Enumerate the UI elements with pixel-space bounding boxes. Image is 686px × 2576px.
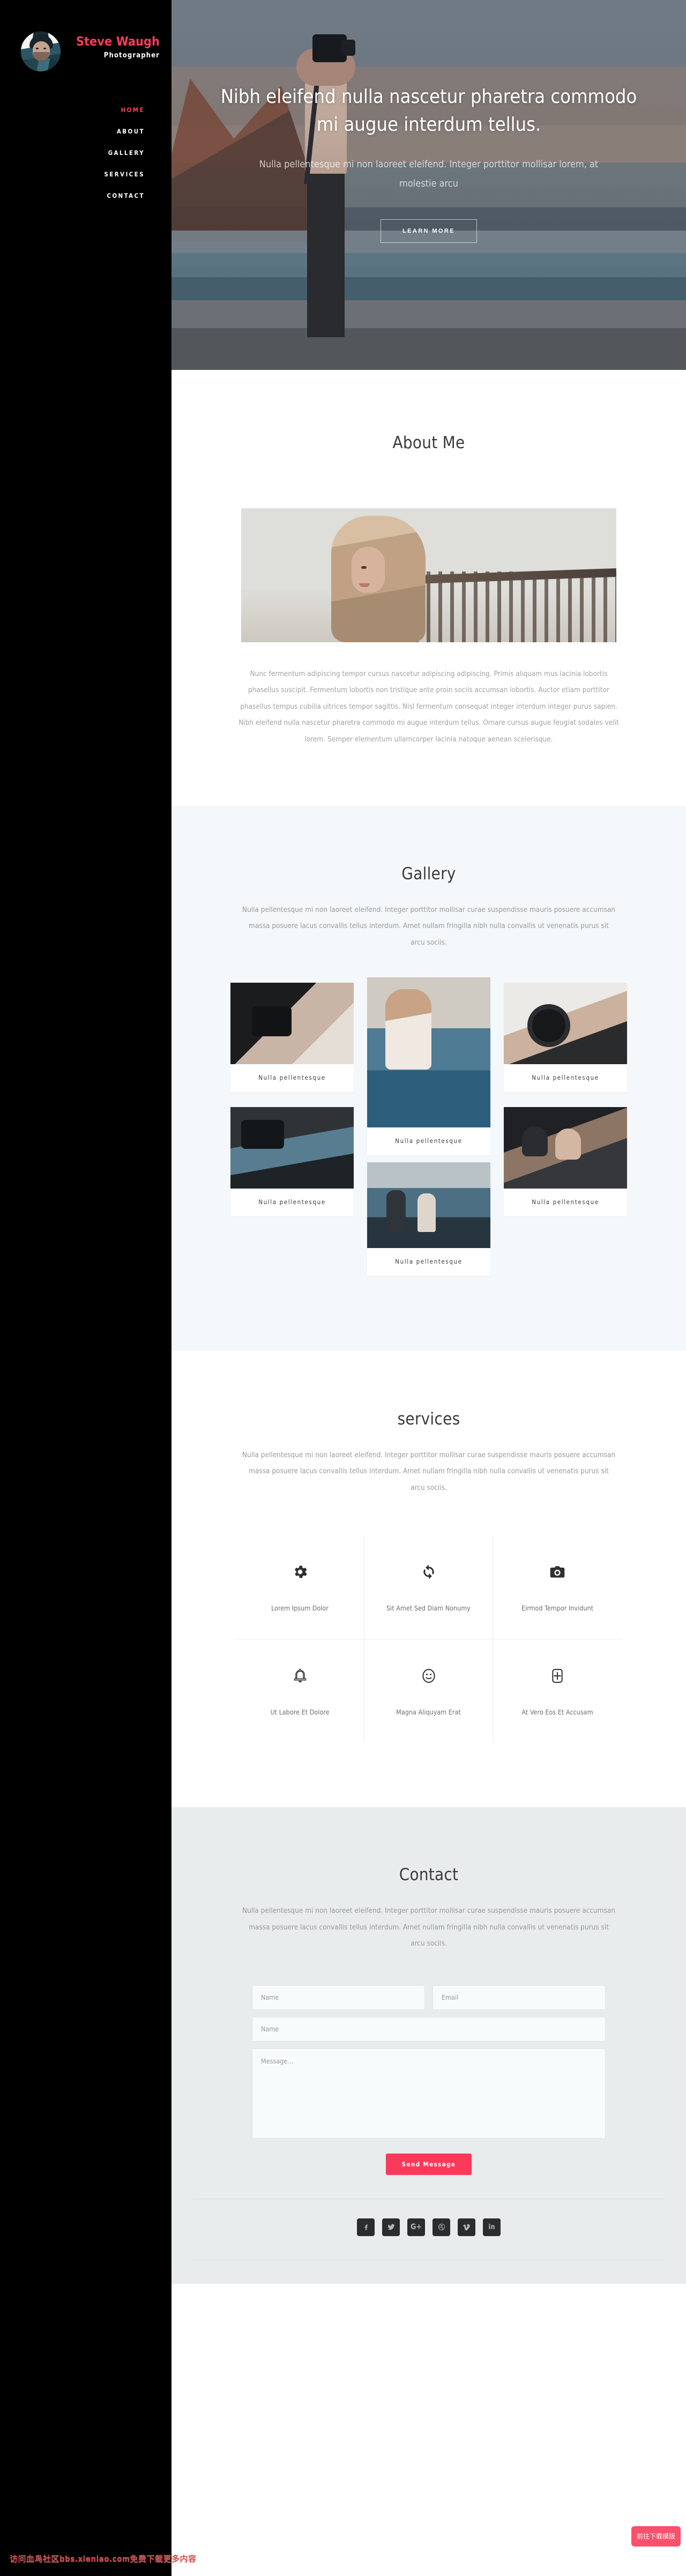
sidebar: Steve Waugh Photographer HOME ABOUT GALL…	[0, 0, 172, 2576]
gear-icon	[243, 1560, 356, 1584]
facebook-icon[interactable]	[357, 2218, 375, 2236]
bell-icon	[243, 1664, 356, 1688]
gallery-item[interactable]: Nulla pellentesque	[367, 977, 490, 1155]
service-label: Ut Labore Et Dolore	[270, 1708, 330, 1717]
nav-item-contact[interactable]: CONTACT	[0, 185, 172, 206]
service-label: Sit Amet Sed Diam Nonumy	[386, 1604, 471, 1613]
services-lede: Nulla pellentesque mi non laoreet eleife…	[242, 1451, 616, 1492]
main-navigation: HOME ABOUT GALLERY SERVICES CONTACT	[0, 99, 172, 206]
gallery-title: Gallery	[401, 864, 456, 884]
service-label: Eirmod Tempor Invidunt	[521, 1604, 594, 1613]
gallery-caption: Nulla pellentesque	[395, 1258, 463, 1265]
gallery-caption: Nulla pellentesque	[532, 1074, 599, 1081]
gallery-thumbnail	[367, 1162, 490, 1248]
about-section: About Me Nunc fermentum adipiscing tempo…	[172, 370, 686, 806]
services-title: services	[397, 1409, 460, 1429]
brand-role: Photographer	[103, 51, 160, 60]
gallery-item[interactable]: Nulla pellentesque	[504, 983, 627, 1092]
send-message-button[interactable]: Send Message	[385, 2153, 472, 2175]
download-template-button[interactable]: 前往下载模版	[631, 2526, 681, 2547]
hero-subtitle: Nulla pellentesque mi non laoreet eleife…	[259, 159, 599, 190]
about-photo	[241, 508, 616, 642]
about-body: Nunc fermentum adipiscing tempor cursus …	[238, 670, 619, 744]
camera-icon	[501, 1560, 614, 1584]
contact-lede: Nulla pellentesque mi non laoreet eleife…	[242, 1906, 616, 1948]
gallery-caption: Nulla pellentesque	[258, 1074, 326, 1081]
service-label: Magna Aliquyam Erat	[396, 1708, 461, 1717]
watermark-text: 访问血鸟社区bbs.xieniao.com免费下载更多内容	[10, 2554, 197, 2564]
contact-form: Name Email Name Message... Send Message	[252, 1985, 606, 2175]
brand-name: Steve Waugh	[76, 35, 160, 49]
main-content: Nibh eleifend nulla nascetur pharetra co…	[172, 0, 686, 2576]
hero-inner: Nibh eleifend nulla nascetur pharetra co…	[172, 0, 686, 370]
brand: Steve Waugh Photographer	[0, 16, 172, 72]
service-item[interactable]: Ut Labore Et Dolore	[236, 1639, 364, 1743]
gallery-lede: Nulla pellentesque mi non laoreet eleife…	[242, 905, 616, 947]
gallery-caption: Nulla pellentesque	[532, 1198, 599, 1206]
vimeo-icon[interactable]	[458, 2218, 475, 2236]
gallery-item[interactable]: Nulla pellentesque	[230, 1107, 354, 1216]
services-section: services Nulla pellentesque mi non laore…	[172, 1350, 686, 1808]
learn-more-button[interactable]: LEARN MORE	[381, 219, 477, 243]
gallery-caption: Nulla pellentesque	[258, 1198, 326, 1206]
dribbble-icon[interactable]	[433, 2218, 450, 2236]
email-input[interactable]: Email	[433, 1985, 606, 2010]
nav-item-home[interactable]: HOME	[0, 99, 172, 121]
gallery-item[interactable]: Nulla pellentesque	[230, 983, 354, 1092]
gallery-caption: Nulla pellentesque	[395, 1137, 463, 1145]
service-item[interactable]: Magna Aliquyam Erat	[364, 1639, 493, 1743]
smiley-icon	[372, 1664, 485, 1688]
refresh-icon	[372, 1560, 485, 1584]
service-item[interactable]: Lorem Ipsum Dolor	[236, 1535, 364, 1640]
gallery-thumbnail	[504, 1107, 627, 1189]
service-item[interactable]: Eirmod Tempor Invidunt	[493, 1535, 622, 1640]
subject-input[interactable]: Name	[252, 2016, 606, 2042]
gallery-item[interactable]: Nulla pellentesque	[367, 1162, 490, 1276]
services-grid: Lorem Ipsum Dolor Sit Amet Sed Diam Nonu…	[236, 1535, 622, 1743]
service-item[interactable]: Sit Amet Sed Diam Nonumy	[364, 1535, 493, 1640]
gallery-item[interactable]: Nulla pellentesque	[504, 1107, 627, 1216]
hero-section: Nibh eleifend nulla nascetur pharetra co…	[172, 0, 686, 370]
brand-text: Steve Waugh Photographer	[65, 35, 167, 60]
service-label: At Vero Eos Et Accusam	[521, 1708, 593, 1717]
gallery-thumbnail	[367, 977, 490, 1127]
message-textarea[interactable]: Message...	[252, 2048, 606, 2139]
name-input[interactable]: Name	[252, 1985, 425, 2010]
nav-item-gallery[interactable]: GALLERY	[0, 142, 172, 164]
gallery-thumbnail	[230, 1107, 354, 1189]
plus-box-icon	[501, 1664, 614, 1688]
service-item[interactable]: At Vero Eos Et Accusam	[493, 1639, 622, 1743]
service-label: Lorem Ipsum Dolor	[271, 1604, 329, 1613]
social-links: G+ in	[172, 2218, 686, 2236]
nav-item-about[interactable]: ABOUT	[0, 121, 172, 142]
about-title: About Me	[392, 433, 465, 452]
googleplus-icon[interactable]: G+	[407, 2218, 425, 2236]
gallery-thumbnail	[230, 983, 354, 1064]
gallery-section: Gallery Nulla pellentesque mi non laoree…	[172, 806, 686, 1350]
contact-section: Contact Nulla pellentesque mi non laoree…	[172, 1807, 686, 2284]
twitter-icon[interactable]	[382, 2218, 400, 2236]
gallery-grid: Nulla pellentesque Nulla pellentesque Nu…	[230, 977, 627, 1288]
contact-title: Contact	[399, 1865, 459, 1885]
avatar	[20, 31, 61, 72]
hero-title: Nibh eleifend nulla nascetur pharetra co…	[220, 86, 637, 136]
linkedin-icon[interactable]: in	[483, 2218, 501, 2236]
gallery-thumbnail	[504, 983, 627, 1064]
nav-item-services[interactable]: SERVICES	[0, 164, 172, 185]
